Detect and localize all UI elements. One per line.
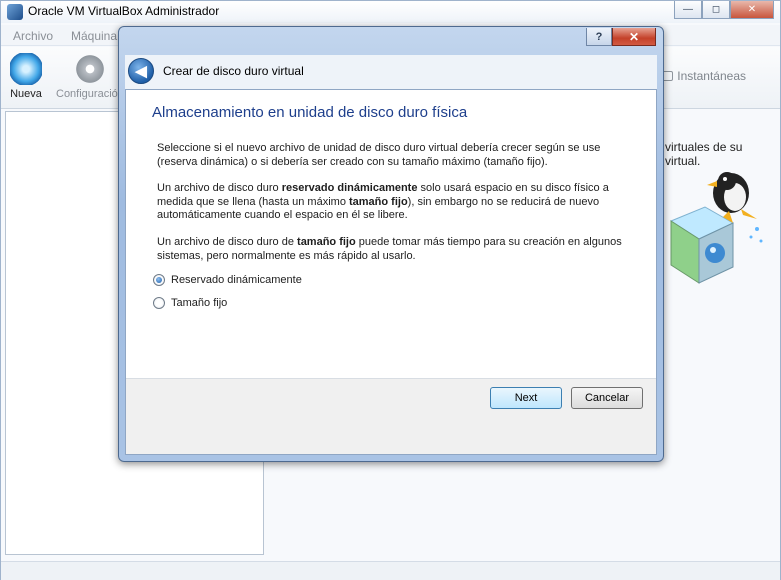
configuracion-label: Configuración [56, 88, 124, 100]
nueva-button[interactable]: Nueva [10, 53, 42, 100]
nueva-label: Nueva [10, 88, 42, 100]
page-heading: Almacenamiento en unidad de disco duro f… [152, 104, 468, 121]
description-paragraph-2: Un archivo de disco duro reservado dinám… [157, 182, 637, 223]
configuracion-button[interactable]: Configuración [56, 53, 124, 100]
window-controls: — ◻ ✕ [674, 1, 774, 19]
cancel-button[interactable]: Cancelar [571, 387, 643, 409]
next-button[interactable]: Next [490, 387, 562, 409]
description-paragraph-3: Un archivo de disco duro de tamaño fijo … [157, 236, 637, 263]
status-bar [1, 561, 780, 580]
button-area: Next Cancelar [126, 378, 656, 454]
help-button[interactable]: ? [586, 28, 612, 46]
radio-fixed[interactable]: Tamaño fijo [153, 297, 227, 309]
para2-bold-2: tamaño fijo [349, 195, 408, 208]
dialog-body: Almacenamiento en unidad de disco duro f… [125, 89, 657, 455]
dialog-title: Crear de disco duro virtual [163, 64, 304, 78]
virtualbox-mascot-image [669, 172, 763, 284]
tab-instantaneas[interactable]: Instantáneas [660, 69, 746, 83]
para3-bold-1: tamaño fijo [297, 236, 356, 248]
tab-instantaneas-label: Instantáneas [677, 69, 746, 83]
welcome-line-1: virtuales de su [665, 140, 743, 154]
para3-text-1: Un archivo de disco duro de [157, 236, 298, 248]
new-vm-icon [10, 53, 42, 85]
radio-fixed-label: Tamaño fijo [171, 297, 228, 309]
title-bar: Oracle VM VirtualBox Administrador — ◻ ✕ [1, 1, 780, 23]
description-paragraph-1: Seleccione si el nuevo archivo de unidad… [157, 142, 601, 168]
close-dialog-button[interactable]: ✕ [612, 28, 656, 46]
para2-text-1: Un archivo de disco duro [157, 182, 282, 194]
radio-dynamic[interactable]: Reservado dinámicamente [153, 274, 302, 286]
para2-bold-1: reservado dinámicamente [281, 182, 418, 194]
radio-dynamic-label: Reservado dinámicamente [171, 274, 302, 286]
menu-maquina[interactable]: Máquina [71, 29, 117, 43]
back-arrow-icon[interactable]: ◀ [128, 58, 154, 84]
close-window-button[interactable]: ✕ [730, 1, 774, 19]
create-disk-dialog: ? ✕ ◀ Crear de disco duro virtual Almace… [118, 26, 664, 462]
menu-archivo[interactable]: Archivo [13, 29, 53, 43]
virtualbox-app-icon [7, 4, 23, 20]
radio-fixed-button[interactable] [153, 297, 165, 309]
radio-dynamic-button[interactable] [153, 274, 165, 286]
window-title: Oracle VM VirtualBox Administrador [28, 4, 220, 18]
minimize-button[interactable]: — [674, 1, 702, 19]
dialog-controls: ? ✕ [586, 28, 656, 46]
gear-icon [73, 53, 106, 85]
maximize-button[interactable]: ◻ [702, 1, 730, 19]
